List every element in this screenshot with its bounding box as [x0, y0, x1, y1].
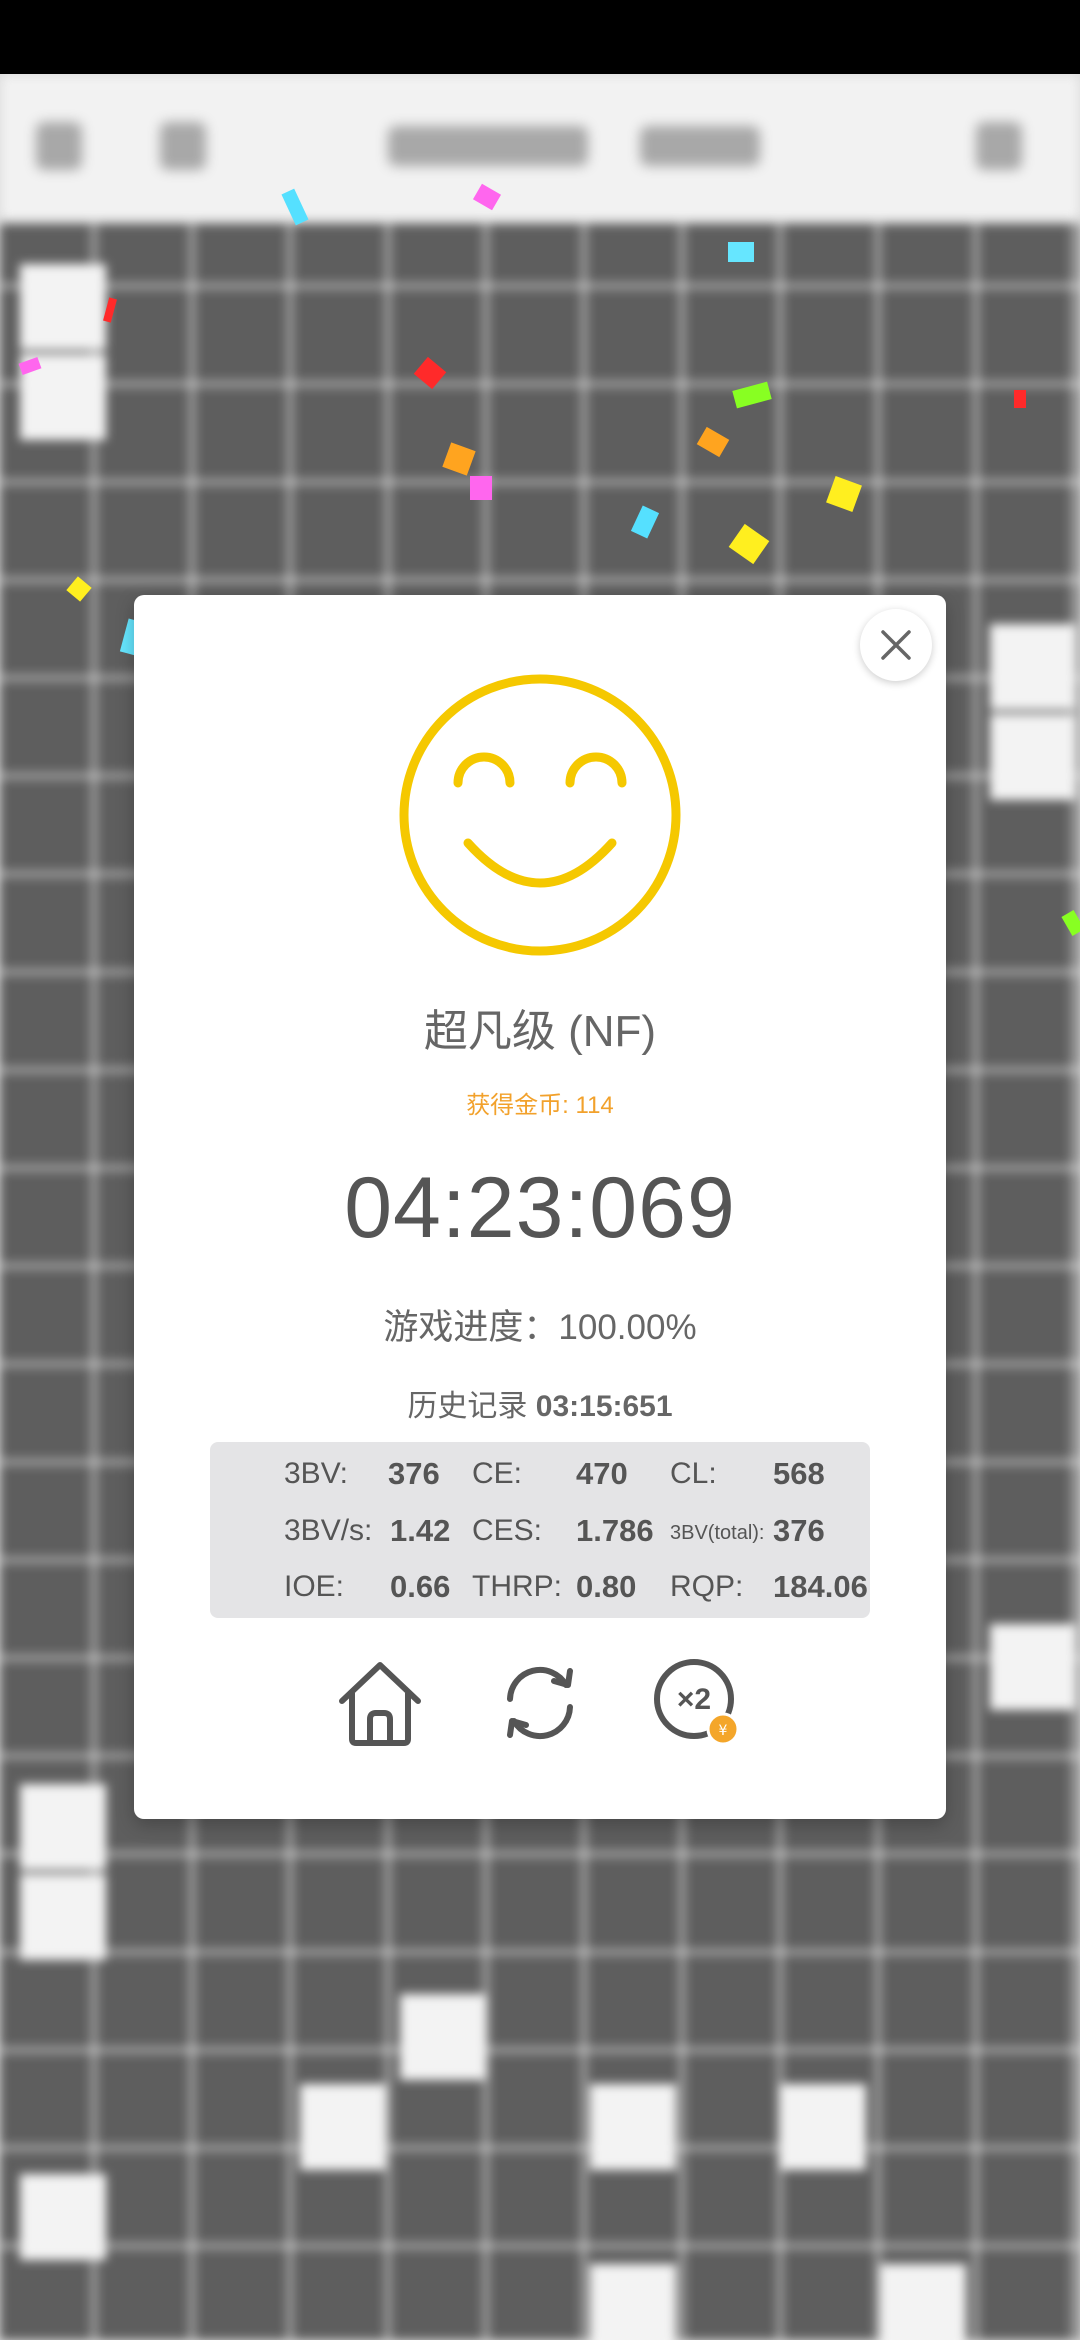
stat-value: 0.66: [390, 1569, 451, 1604]
stat-value: 1.42: [390, 1513, 451, 1548]
result-dialog: 超凡级 (NF) 获得金币: 114 04:23:069 游戏进度：100.00…: [134, 595, 946, 1819]
stat-value: 376: [388, 1456, 440, 1491]
coins-earned: 获得金币: 114: [466, 1092, 614, 1119]
confetti: [1014, 390, 1026, 408]
stat-label: CES:: [472, 1514, 543, 1547]
stats-row: 3BV/s: 1.42 CES: 1.786 3BV(total): 376: [210, 1504, 870, 1560]
stat-label: 3BV(total):: [670, 1522, 765, 1544]
stat-value: 568: [773, 1456, 825, 1491]
close-icon: [881, 630, 911, 660]
level-title: 超凡级 (NF): [423, 1007, 657, 1056]
record-value: 03:15:651: [535, 1390, 673, 1423]
top-toolbar: [0, 74, 1080, 220]
restart-icon: [507, 1666, 573, 1740]
stats-panel: 3BV: 376 CE: 470 CL: 568 3BV/s: 1.42 CES…: [210, 1442, 870, 1618]
close-button[interactable]: [860, 609, 932, 681]
double-coins-icon: ×2 ¥: [654, 1659, 740, 1746]
status-bar: [0, 0, 1080, 74]
stat-label: THRP:: [472, 1570, 562, 1603]
stat-value: 1.786: [576, 1513, 654, 1548]
stat-value: 376: [773, 1513, 825, 1548]
confetti: [470, 476, 492, 500]
stat-label: IOE:: [284, 1570, 345, 1603]
svg-text:×2: ×2: [677, 1683, 711, 1716]
stats-row: 3BV: 376 CE: 470 CL: 568: [210, 1447, 870, 1503]
restart-button[interactable]: [492, 1655, 588, 1751]
action-bar: ×2 ¥: [134, 1655, 946, 1765]
stat-label: RQP:: [670, 1570, 744, 1603]
smiley-face-icon: [399, 674, 681, 956]
stats-row: IOE: 0.66 THRP: 0.80 RQP: 184.06: [210, 1560, 870, 1616]
game-progress: 游戏进度：100.00%: [383, 1308, 697, 1347]
stat-label: CL:: [670, 1457, 717, 1490]
confetti: [728, 242, 754, 262]
stat-value: 470: [576, 1456, 628, 1491]
stat-label: 3BV/s:: [284, 1514, 373, 1547]
home-button[interactable]: [332, 1655, 428, 1751]
stat-label: 3BV:: [284, 1457, 348, 1490]
stat-value: 184.06: [773, 1569, 868, 1604]
record-label: 历史记录: [407, 1390, 528, 1423]
svg-text:¥: ¥: [719, 1723, 728, 1739]
game-timer: 04:23:069: [344, 1160, 736, 1256]
home-icon: [339, 1662, 421, 1746]
stat-value: 0.80: [576, 1569, 637, 1604]
stat-label: CE:: [472, 1457, 523, 1490]
best-record: 历史记录 03:15:651: [134, 1381, 946, 1425]
double-coins-button[interactable]: ×2 ¥: [650, 1655, 746, 1751]
